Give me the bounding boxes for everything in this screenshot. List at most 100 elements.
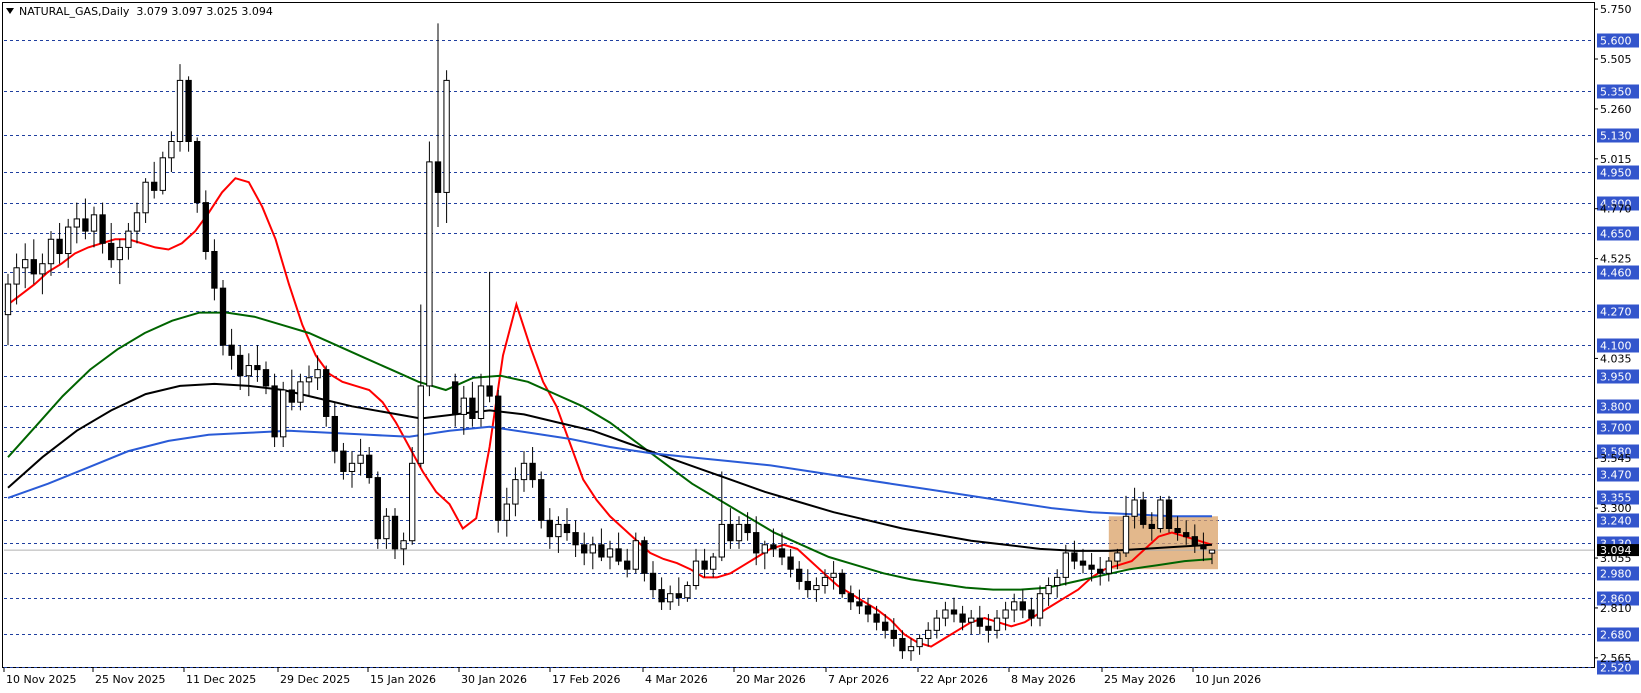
candle-body[interactable] xyxy=(237,354,244,377)
candle-body[interactable] xyxy=(563,523,571,534)
candle-body[interactable] xyxy=(546,519,553,538)
candle-body[interactable] xyxy=(512,479,519,505)
moving-average-red[interactable] xyxy=(7,177,1213,648)
candle-body[interactable] xyxy=(985,625,992,631)
candle-body[interactable] xyxy=(254,365,261,371)
candle-body[interactable] xyxy=(477,385,485,420)
candle-body[interactable] xyxy=(211,250,218,289)
candle-body[interactable] xyxy=(787,556,794,570)
candle-body[interactable] xyxy=(890,629,897,639)
candle-body[interactable] xyxy=(1062,552,1069,578)
candle-body[interactable] xyxy=(1036,593,1044,619)
candle-body[interactable] xyxy=(452,381,459,415)
candle-body[interactable] xyxy=(56,238,63,255)
candle-body[interactable] xyxy=(1011,601,1018,611)
candle-body[interactable] xyxy=(443,79,450,193)
candle-body[interactable] xyxy=(976,617,983,627)
candle-body[interactable] xyxy=(469,397,476,420)
candle-body[interactable] xyxy=(348,462,356,472)
candle-body[interactable] xyxy=(1097,568,1104,574)
candle-body[interactable] xyxy=(202,202,209,252)
candle-body[interactable] xyxy=(925,629,932,639)
candle-body[interactable] xyxy=(262,369,270,387)
candle-body[interactable] xyxy=(950,609,958,615)
candle-body[interactable] xyxy=(641,540,648,574)
candle-body[interactable] xyxy=(495,395,502,521)
candle-body[interactable] xyxy=(168,141,175,159)
candle-body[interactable] xyxy=(624,560,631,570)
candle-body[interactable] xyxy=(1208,549,1216,554)
candle-body[interactable] xyxy=(357,454,364,464)
candle-body[interactable] xyxy=(409,462,416,542)
candle-body[interactable] xyxy=(959,613,966,623)
candle-body[interactable] xyxy=(1140,499,1147,525)
candle-body[interactable] xyxy=(391,515,399,550)
candle-body[interactable] xyxy=(993,617,1001,631)
candle-body[interactable] xyxy=(830,572,837,578)
candle-body[interactable] xyxy=(864,605,872,615)
candle-body[interactable] xyxy=(1019,601,1026,611)
candle-body[interactable] xyxy=(30,259,37,275)
candle-body[interactable] xyxy=(1002,609,1009,619)
candle-body[interactable] xyxy=(529,462,536,481)
candle-body[interactable] xyxy=(753,532,760,554)
candle-body[interactable] xyxy=(503,503,510,521)
candle-body[interactable] xyxy=(727,523,734,542)
candle-body[interactable] xyxy=(1131,499,1138,517)
candle-body[interactable] xyxy=(581,544,588,554)
candle-body[interactable] xyxy=(520,462,528,481)
candle-body[interactable] xyxy=(4,283,12,316)
candle-body[interactable] xyxy=(280,389,287,438)
candle-body[interactable] xyxy=(1148,523,1155,529)
candle-body[interactable] xyxy=(47,238,55,265)
candle-body[interactable] xyxy=(1045,585,1052,595)
candle-body[interactable] xyxy=(701,560,708,570)
candle-body[interactable] xyxy=(366,454,373,479)
candle-body[interactable] xyxy=(245,365,252,377)
candle-body[interactable] xyxy=(761,544,768,554)
candle-body[interactable] xyxy=(1028,609,1035,619)
candle-body[interactable] xyxy=(271,385,278,438)
candle-body[interactable] xyxy=(176,79,184,143)
candle-body[interactable] xyxy=(142,181,149,214)
candle-body[interactable] xyxy=(1174,527,1181,534)
candle-body[interactable] xyxy=(219,287,227,346)
candle-body[interactable] xyxy=(658,589,665,603)
candle-body[interactable] xyxy=(572,532,579,546)
candle-body[interactable] xyxy=(323,369,330,417)
candle-body[interactable] xyxy=(417,385,424,464)
candle-body[interactable] xyxy=(847,593,854,603)
candle-body[interactable] xyxy=(718,523,725,558)
candle-body[interactable] xyxy=(133,212,141,232)
candle-body[interactable] xyxy=(90,214,98,232)
candle-body[interactable] xyxy=(675,593,682,599)
candle-body[interactable] xyxy=(185,79,192,143)
candle-body[interactable] xyxy=(821,576,829,587)
candle-body[interactable] xyxy=(65,226,72,255)
candle-body[interactable] xyxy=(22,259,29,269)
candle-body[interactable] xyxy=(778,548,786,558)
moving-average-black[interactable] xyxy=(7,382,1213,552)
candle-body[interactable] xyxy=(933,617,940,631)
candle-body[interactable] xyxy=(1157,499,1164,529)
candle-body[interactable] xyxy=(1122,515,1130,554)
candle-body[interactable] xyxy=(99,214,106,244)
candle-body[interactable] xyxy=(615,548,622,562)
candle-body[interactable] xyxy=(1054,576,1061,587)
candle-body[interactable] xyxy=(39,263,46,275)
candle-body[interactable] xyxy=(1191,536,1198,546)
candle-body[interactable] xyxy=(589,544,596,554)
candle-body[interactable] xyxy=(314,369,321,379)
candle-body[interactable] xyxy=(598,544,605,558)
candle-body[interactable] xyxy=(744,523,751,534)
candle-body[interactable] xyxy=(374,477,381,540)
candle-body[interactable] xyxy=(1071,552,1078,562)
price-chart[interactable]: 5.6005.3505.1304.9504.8004.6504.4604.270… xyxy=(0,0,1641,693)
candle-body[interactable] xyxy=(1165,499,1173,529)
candle-body[interactable] xyxy=(13,267,20,285)
candle-body[interactable] xyxy=(1105,560,1112,574)
candle-body[interactable] xyxy=(804,580,811,591)
candle-body[interactable] xyxy=(770,544,777,550)
candle-body[interactable] xyxy=(426,161,433,387)
candle-body[interactable] xyxy=(873,613,880,623)
